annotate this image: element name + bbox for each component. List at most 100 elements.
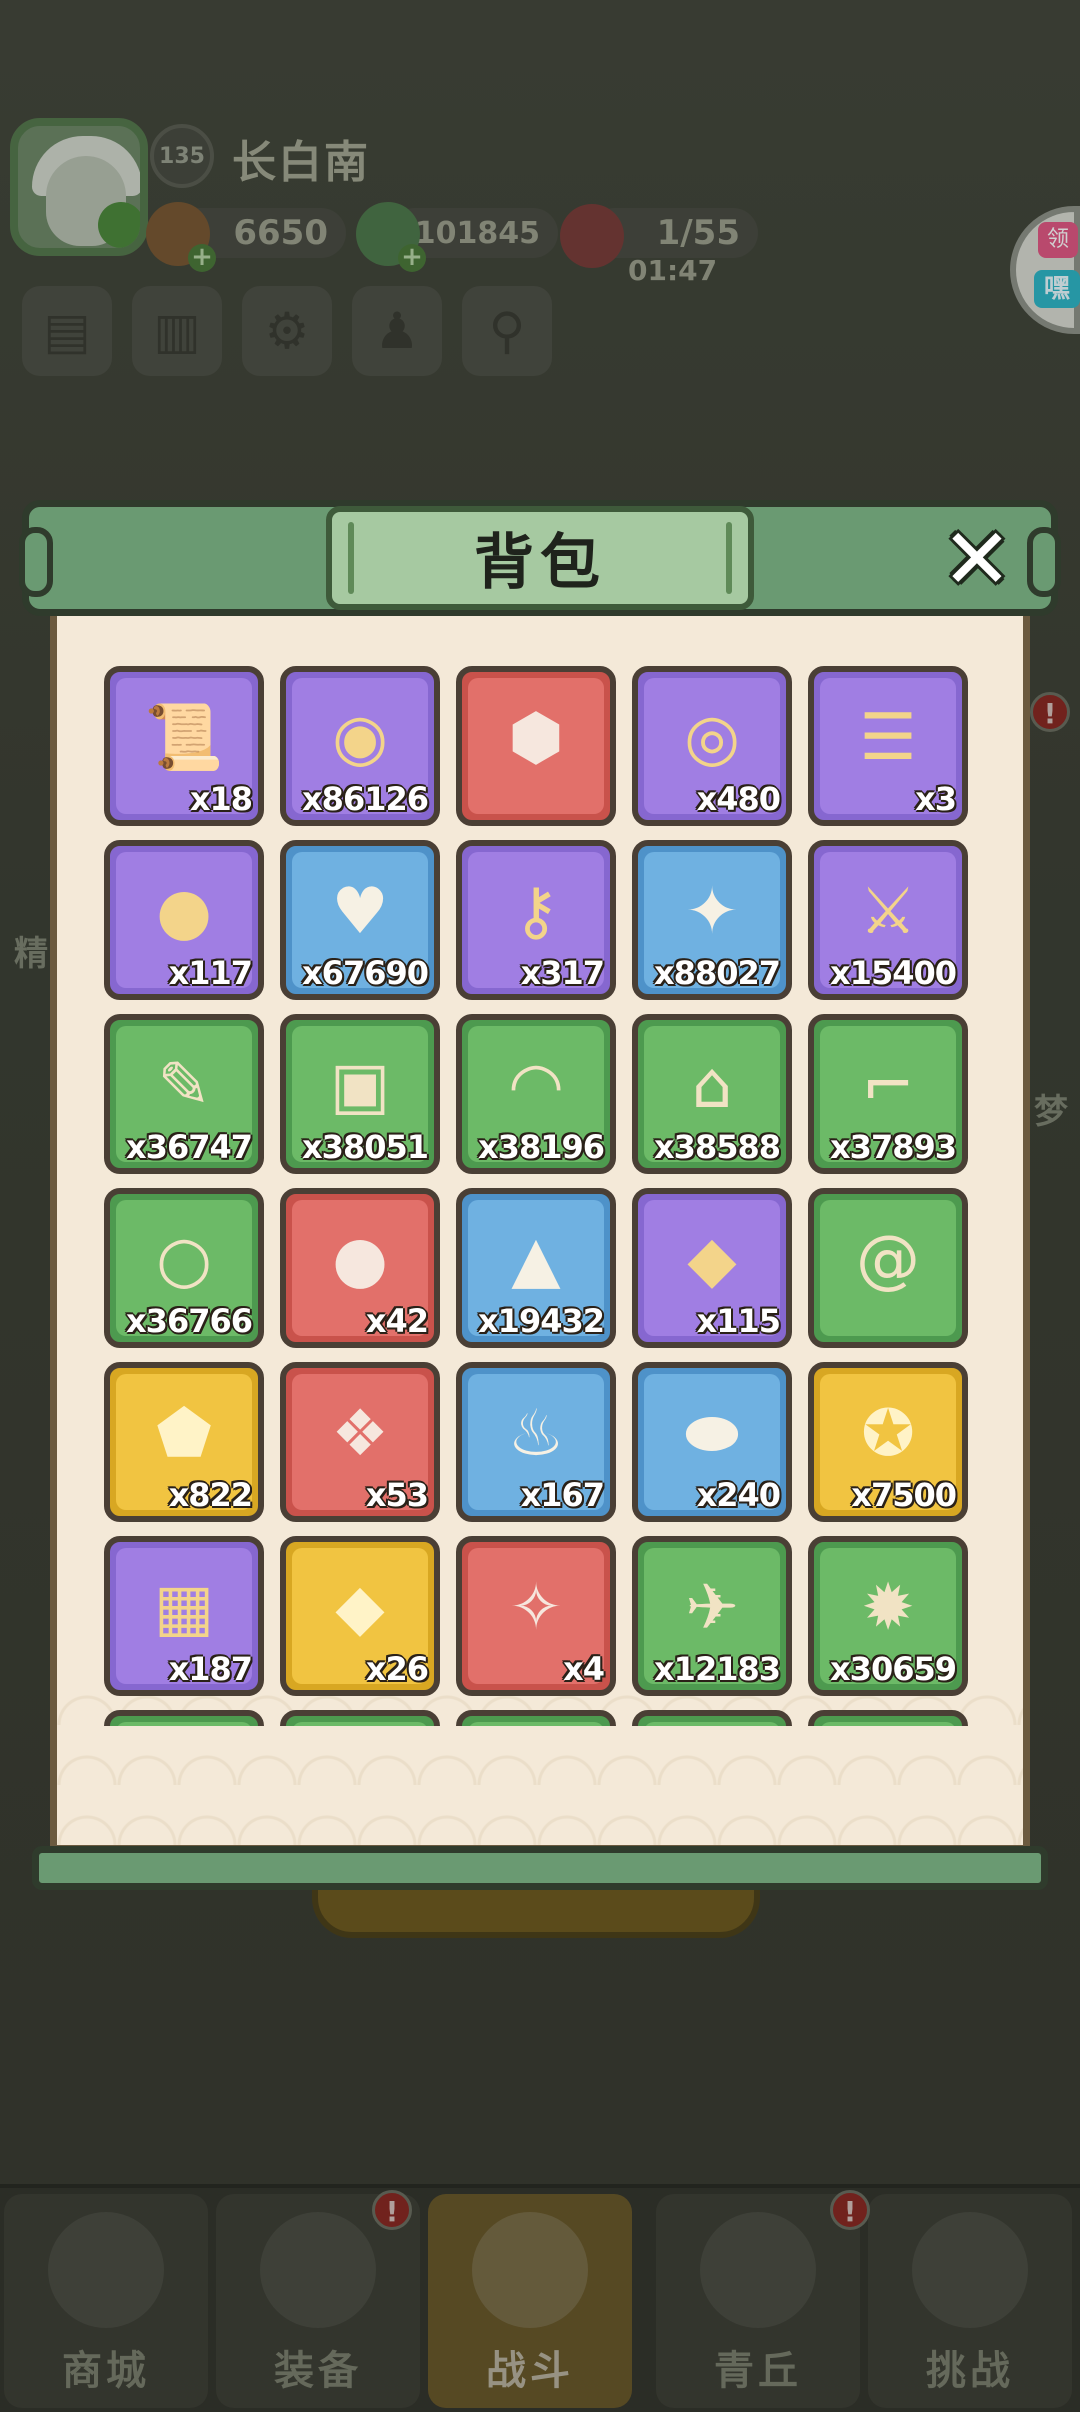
- inventory-item[interactable]: ▦ x187: [104, 1536, 264, 1696]
- inventory-item[interactable]: ⚔ x15400: [808, 840, 968, 1000]
- qingqiu-alert-badge: !: [830, 2190, 870, 2230]
- weapon-coin-icon: ⚔: [859, 875, 917, 949]
- item-quantity: x53: [365, 1476, 429, 1514]
- close-button[interactable]: ✕: [934, 510, 1020, 608]
- scroll-curl-left: [19, 527, 53, 597]
- red-pouch-icon: ●: [156, 875, 212, 949]
- nav-tab-challenge[interactable]: 挑战: [868, 2194, 1072, 2408]
- item-quantity: x18: [189, 780, 253, 818]
- inventory-item[interactable]: ✧ x4: [456, 1536, 616, 1696]
- add-jade-button[interactable]: +: [398, 244, 426, 272]
- modal-title: 背包: [474, 528, 606, 598]
- inventory-item[interactable]: [456, 1710, 616, 1726]
- inventory-item[interactable]: ☰ x3: [808, 666, 968, 826]
- inventory-item[interactable]: ● x117: [104, 840, 264, 1000]
- heart-icon: ♥: [331, 875, 389, 949]
- inventory-item[interactable]: ◉ x86126: [280, 666, 440, 826]
- nav-tab-shop[interactable]: 商城: [4, 2194, 208, 2408]
- inventory-item[interactable]: ✎ x36747: [104, 1014, 264, 1174]
- resource-value-coins: 6650: [233, 213, 328, 253]
- hud-friends-button[interactable]: ♟: [352, 286, 442, 376]
- inventory-item[interactable]: ◆ x26: [280, 1536, 440, 1696]
- item-frame: [116, 1722, 252, 1726]
- blue-charm-icon: ❖: [331, 1397, 389, 1471]
- inventory-item[interactable]: ⬬ x240: [632, 1362, 792, 1522]
- inventory-item[interactable]: ⌂ x38588: [632, 1014, 792, 1174]
- item-quantity: x3: [915, 780, 957, 818]
- item-quantity: x26: [365, 1650, 429, 1688]
- inventory-item[interactable]: ✦ x88027: [632, 840, 792, 1000]
- inventory-item[interactable]: [632, 1710, 792, 1726]
- dark-crystal-icon: ▲: [511, 1223, 561, 1297]
- bag-coin-icon: +: [146, 202, 216, 272]
- item-quantity: x88027: [654, 954, 781, 992]
- nav-tab-equipment-label: 装备: [274, 2348, 362, 2394]
- item-quantity: x36747: [126, 1128, 253, 1166]
- inventory-item[interactable]: [104, 1710, 264, 1726]
- inventory-item[interactable]: ⚷ x317: [456, 840, 616, 1000]
- player-level-badge: 135: [150, 124, 214, 188]
- inventory-item[interactable]: @: [808, 1188, 968, 1348]
- inventory-item[interactable]: ⬢: [456, 666, 616, 826]
- crystal-ball-icon: ●: [332, 1223, 388, 1297]
- inventory-item[interactable]: ✹ x30659: [808, 1536, 968, 1696]
- item-quantity: x38196: [478, 1128, 605, 1166]
- inventory-item[interactable]: ▲ x19432: [456, 1188, 616, 1348]
- inventory-item[interactable]: ▣ x38051: [280, 1014, 440, 1174]
- player-avatar[interactable]: [10, 118, 148, 256]
- rainbow-crystal-icon: ✧: [509, 1571, 563, 1645]
- inventory-item[interactable]: ✈ x12183: [632, 1536, 792, 1696]
- hud-settings-button[interactable]: ⚙: [242, 286, 332, 376]
- sword-scroll-icon: ✎: [157, 1049, 211, 1123]
- add-coins-button[interactable]: +: [188, 244, 216, 272]
- inventory-item[interactable]: ◆ x115: [632, 1188, 792, 1348]
- side-label-left: 精: [14, 934, 48, 974]
- item-quantity: x240: [696, 1476, 781, 1514]
- jade-coin-icon: +: [356, 202, 426, 272]
- nav-tab-qingqiu[interactable]: 青丘: [656, 2194, 860, 2408]
- item-quantity: x480: [696, 780, 781, 818]
- item-quantity: x19432: [478, 1302, 605, 1340]
- inventory-item[interactable]: 📜 x18: [104, 666, 264, 826]
- side-event-tab[interactable]: 领 嘿: [1010, 206, 1080, 334]
- item-frame: [468, 1722, 604, 1726]
- item-quantity: x115: [696, 1302, 781, 1340]
- friends-icon: ♟: [374, 302, 420, 360]
- inventory-item[interactable]: ⌐ x37893: [808, 1014, 968, 1174]
- inventory-item[interactable]: ◠ x38196: [456, 1014, 616, 1174]
- inventory-item[interactable]: [280, 1710, 440, 1726]
- inventory-item[interactable]: [808, 1710, 968, 1726]
- item-quantity: x12183: [654, 1650, 781, 1688]
- inventory-item[interactable]: ◎ x480: [632, 666, 792, 826]
- item-quantity: x4: [563, 1650, 605, 1688]
- stamina-timer: 01:47: [628, 254, 718, 287]
- hud-card-button[interactable]: ▤: [22, 286, 112, 376]
- scroll-chest-icon: 📜: [144, 701, 224, 775]
- nav-tab-challenge-label: 挑战: [926, 2348, 1014, 2394]
- hud-search-button[interactable]: ⚲: [462, 286, 552, 376]
- inventory-item[interactable]: ❖ x53: [280, 1362, 440, 1522]
- inventory-item[interactable]: ✪ x7500: [808, 1362, 968, 1522]
- item-frame: [644, 1722, 780, 1726]
- item-frame: [292, 1722, 428, 1726]
- challenge-icon: [912, 2212, 1028, 2328]
- item-quantity: x117: [168, 954, 253, 992]
- resource-value-jade: 101845: [414, 215, 540, 251]
- item-quantity: x15400: [830, 954, 957, 992]
- inventory-item[interactable]: ♨ x167: [456, 1362, 616, 1522]
- clover-icon: [98, 202, 140, 248]
- bird-scroll-icon: ✈: [685, 1571, 739, 1645]
- inventory-item[interactable]: ⬟ x822: [104, 1362, 264, 1522]
- gear-icon: ⚙: [264, 302, 310, 360]
- inventory-item[interactable]: ● x42: [280, 1188, 440, 1348]
- armor-icon: [260, 2212, 376, 2328]
- inventory-item[interactable]: ○ x36766: [104, 1188, 264, 1348]
- blue-talisman-icon: ☰: [859, 701, 917, 775]
- player-name: 长白南: [232, 137, 370, 188]
- item-quantity: x167: [520, 1476, 605, 1514]
- inventory-item[interactable]: ♥ x67690: [280, 840, 440, 1000]
- hud-rank-button[interactable]: ▥: [132, 286, 222, 376]
- boots-scroll-icon: ⌐: [861, 1049, 915, 1123]
- item-quantity: x38051: [302, 1128, 429, 1166]
- nav-tab-battle[interactable]: 战斗: [428, 2194, 632, 2408]
